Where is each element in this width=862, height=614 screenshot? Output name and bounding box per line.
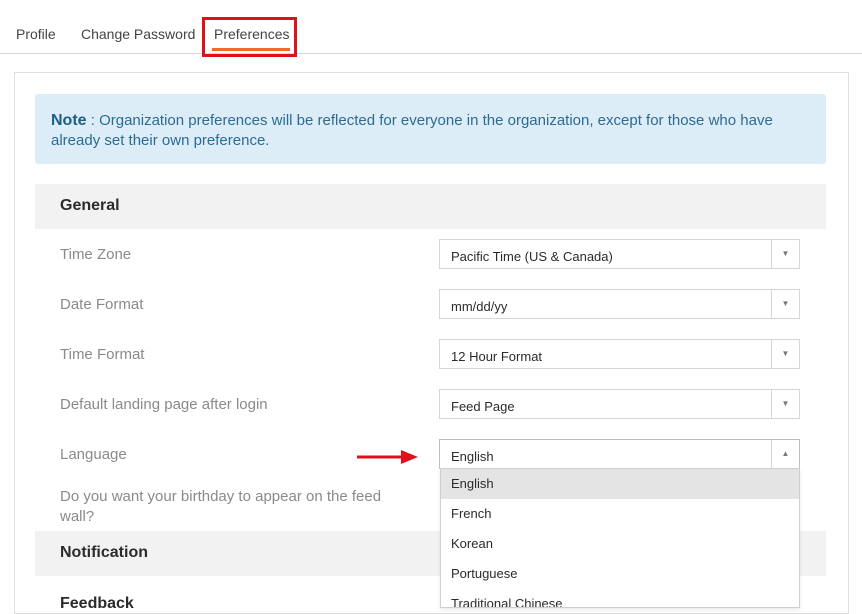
red-arrow-icon bbox=[357, 450, 418, 464]
date-format-label: Date Format bbox=[60, 296, 144, 313]
caret-down-icon: ▼ bbox=[771, 240, 799, 268]
language-option-english[interactable]: English bbox=[441, 469, 799, 499]
landing-page-select[interactable]: Feed Page ▼ bbox=[439, 389, 800, 419]
date-format-select[interactable]: mm/dd/yy ▼ bbox=[439, 289, 800, 319]
language-value: English bbox=[451, 449, 494, 464]
landing-page-label: Default landing page after login bbox=[60, 396, 268, 413]
language-select[interactable]: English ▲ bbox=[439, 439, 800, 469]
language-option-portuguese[interactable]: Portuguese bbox=[441, 559, 799, 589]
landing-page-value: Feed Page bbox=[451, 399, 515, 414]
timezone-value: Pacific Time (US & Canada) bbox=[451, 249, 613, 264]
section-general: General bbox=[35, 184, 826, 229]
timezone-select[interactable]: Pacific Time (US & Canada) ▼ bbox=[439, 239, 800, 269]
tab-change-password[interactable]: Change Password bbox=[81, 26, 195, 42]
note-prefix: Note bbox=[51, 112, 87, 129]
time-format-value: 12 Hour Format bbox=[451, 349, 543, 364]
language-label: Language bbox=[60, 446, 127, 463]
feedback-label: Feedback bbox=[60, 595, 134, 612]
date-format-value: mm/dd/yy bbox=[451, 299, 508, 314]
birthday-label: Do you want your birthday to appear on t… bbox=[60, 488, 382, 525]
language-dropdown-list: English French Korean Portuguese Traditi… bbox=[440, 468, 800, 608]
caret-up-icon: ▲ bbox=[771, 440, 799, 468]
language-option-traditional-chinese[interactable]: Traditional Chinese bbox=[441, 589, 799, 607]
language-option-french[interactable]: French bbox=[441, 499, 799, 529]
caret-down-icon: ▼ bbox=[771, 390, 799, 418]
tab-profile[interactable]: Profile bbox=[16, 26, 56, 42]
timezone-label: Time Zone bbox=[60, 246, 132, 263]
tab-bar: Profile Change Password Preferences bbox=[0, 0, 862, 57]
time-format-label: Time Format bbox=[60, 346, 145, 363]
time-format-select[interactable]: 12 Hour Format ▼ bbox=[439, 339, 800, 369]
note-banner: Note : Organization preferences will be … bbox=[35, 94, 826, 164]
language-option-korean[interactable]: Korean bbox=[441, 529, 799, 559]
caret-down-icon: ▼ bbox=[771, 290, 799, 318]
caret-down-icon: ▼ bbox=[771, 340, 799, 368]
section-notification-title: Notification bbox=[60, 544, 148, 561]
annotation-highlight-box bbox=[202, 17, 297, 57]
section-general-title: General bbox=[60, 197, 120, 214]
note-text: : Organization preferences will be refle… bbox=[51, 112, 773, 149]
